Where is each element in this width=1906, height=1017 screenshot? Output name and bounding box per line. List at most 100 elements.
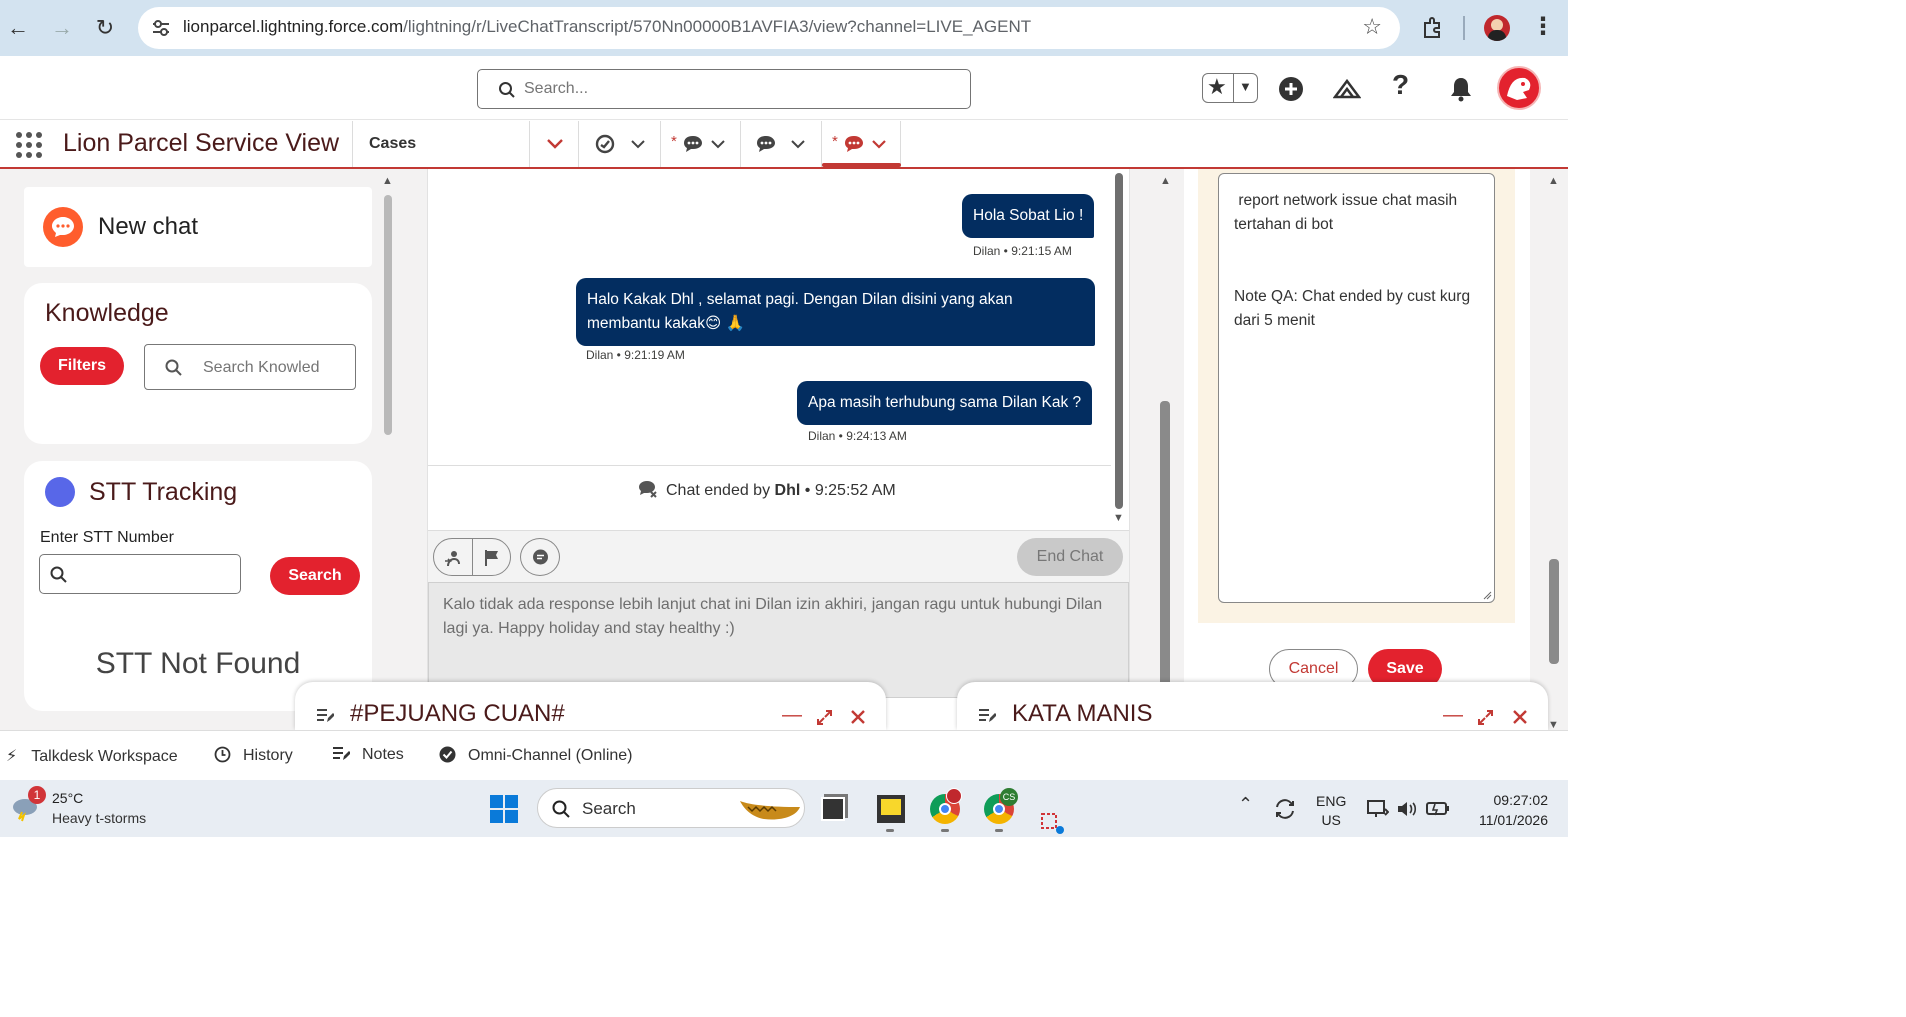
chrome-icon[interactable] bbox=[930, 788, 962, 824]
transfer-icon[interactable] bbox=[444, 549, 462, 567]
search-icon bbox=[499, 82, 515, 98]
chat-panel: Hola Sobat Lio ! Dilan • 9:21:15 AM Halo… bbox=[427, 169, 1130, 730]
reload-icon[interactable]: ↻ bbox=[91, 14, 119, 42]
clock[interactable]: 09:27:02 11/01/2026 bbox=[1468, 790, 1548, 830]
extensions-icon[interactable] bbox=[1420, 15, 1446, 41]
volume-icon[interactable] bbox=[1396, 800, 1418, 818]
close-icon[interactable] bbox=[851, 710, 865, 724]
tab-cases[interactable]: Cases bbox=[352, 121, 529, 167]
tab-chat-2[interactable] bbox=[740, 121, 821, 167]
scroll-thumb[interactable] bbox=[1160, 401, 1170, 730]
minimize-icon[interactable]: — bbox=[1443, 704, 1463, 727]
tab-chat-unsaved-1[interactable]: * bbox=[660, 121, 740, 167]
tab-cases-menu[interactable] bbox=[529, 121, 578, 167]
message-timestamp: Dilan • 9:24:13 AM bbox=[808, 429, 907, 443]
utility-bar: ⚡ Talkdesk Workspace History Notes Omni-C… bbox=[0, 730, 1568, 780]
middle-scrollbar[interactable]: ▲ bbox=[1156, 173, 1174, 730]
trailhead-icon[interactable] bbox=[1333, 75, 1361, 103]
tray-expand-icon[interactable]: ⌃ bbox=[1238, 794, 1253, 815]
minimize-icon[interactable]: — bbox=[782, 704, 802, 727]
stt-not-found-text: STT Not Found bbox=[95, 647, 301, 680]
scroll-up-arrow-icon[interactable]: ▲ bbox=[1548, 175, 1559, 187]
clock-time: 09:27:02 bbox=[1493, 792, 1549, 808]
chat-compose-text[interactable]: Kalo tidak ada response lebih lanjut cha… bbox=[443, 593, 1115, 641]
docked-panel-kata-manis[interactable]: KATA MANIS — bbox=[957, 682, 1548, 730]
global-create-icon[interactable] bbox=[1277, 75, 1305, 103]
task-view-icon[interactable] bbox=[821, 797, 845, 821]
chat-bubble-icon bbox=[757, 136, 775, 152]
url-text: lionparcel.lightning.force.com/lightning… bbox=[183, 17, 1031, 37]
scroll-up-arrow-icon[interactable]: ▲ bbox=[1160, 175, 1171, 187]
favorites-button[interactable]: ★ ▼ bbox=[1202, 73, 1258, 103]
global-search-input[interactable] bbox=[524, 78, 944, 100]
profile-avatar[interactable] bbox=[1484, 15, 1510, 41]
divider bbox=[472, 539, 473, 575]
end-chat-button[interactable]: End Chat bbox=[1017, 538, 1123, 576]
utility-item-notes[interactable]: Notes bbox=[332, 746, 404, 764]
stt-number-input[interactable] bbox=[39, 554, 241, 594]
scroll-down-arrow-icon[interactable]: ▼ bbox=[1113, 512, 1124, 524]
chrome-profile-icon[interactable]: CS bbox=[984, 788, 1018, 824]
global-search[interactable] bbox=[477, 69, 971, 109]
knowledge-search-box[interactable] bbox=[144, 344, 356, 390]
language-indicator[interactable]: ENG US bbox=[1316, 792, 1346, 830]
tab-chat-active[interactable]: * bbox=[821, 121, 901, 167]
flag-icon[interactable] bbox=[483, 549, 501, 567]
forward-icon[interactable]: → bbox=[48, 14, 76, 42]
tab-record-1[interactable] bbox=[578, 121, 660, 167]
address-bar[interactable]: lionparcel.lightning.force.com/lightning… bbox=[138, 7, 1400, 49]
utility-item-history[interactable]: History bbox=[214, 746, 293, 765]
scroll-thumb[interactable] bbox=[1115, 173, 1123, 509]
new-chat-card[interactable]: New chat bbox=[24, 187, 372, 267]
expand-icon[interactable] bbox=[1477, 709, 1494, 726]
help-icon[interactable]: ? bbox=[1392, 69, 1409, 101]
notes-textarea[interactable]: report network issue chat masih tertahan… bbox=[1218, 173, 1495, 603]
scroll-thumb[interactable] bbox=[1549, 559, 1559, 664]
filters-button[interactable]: Filters bbox=[40, 347, 124, 385]
weather-description: Heavy t-storms bbox=[52, 810, 147, 826]
search-icon bbox=[165, 359, 182, 376]
chevron-down-icon bbox=[547, 139, 563, 149]
chat-compose-box[interactable]: Kalo tidak ada response lebih lanjut cha… bbox=[428, 582, 1129, 698]
bookmark-star-icon[interactable]: ☆ bbox=[1362, 14, 1382, 40]
notes-text[interactable]: report network issue chat masih tertahan… bbox=[1234, 189, 1484, 333]
app-launcher-icon[interactable] bbox=[15, 131, 43, 159]
windows-start-icon[interactable] bbox=[489, 794, 519, 824]
close-icon[interactable] bbox=[1513, 710, 1527, 724]
network-icon[interactable] bbox=[1367, 799, 1389, 819]
lion-logo-icon bbox=[1507, 77, 1531, 100]
stt-search-button[interactable]: Search bbox=[270, 557, 360, 595]
scroll-up-arrow-icon[interactable]: ▲ bbox=[382, 175, 393, 187]
resize-handle-icon[interactable] bbox=[1482, 590, 1492, 600]
utility-item-talkdesk[interactable]: ⚡ Talkdesk Workspace bbox=[6, 746, 178, 766]
sync-icon[interactable] bbox=[1273, 797, 1297, 821]
expand-icon[interactable] bbox=[816, 709, 833, 726]
site-info-icon[interactable] bbox=[150, 17, 172, 39]
utility-item-omni-channel[interactable]: Omni-Channel (Online) bbox=[439, 746, 633, 765]
url-host: lionparcel.lightning.force.com bbox=[183, 17, 404, 36]
knowledge-search-input[interactable] bbox=[203, 357, 343, 379]
snipping-tool-icon[interactable] bbox=[1040, 812, 1068, 836]
left-panel-scrollbar[interactable]: ▲ bbox=[380, 173, 396, 730]
docked-panel-title: #PEJUANG CUAN# bbox=[350, 700, 565, 727]
taskbar-search[interactable]: Search bbox=[537, 788, 805, 828]
sticky-notes-icon[interactable] bbox=[877, 795, 905, 823]
stt-tracking-icon bbox=[45, 477, 75, 507]
favorites-star-icon: ★ bbox=[1207, 74, 1227, 99]
quick-text-button[interactable] bbox=[520, 538, 560, 576]
user-avatar[interactable] bbox=[1497, 66, 1541, 110]
notifications-bell-icon[interactable] bbox=[1447, 75, 1475, 103]
browser-menu-icon[interactable]: ⋮ bbox=[1531, 12, 1555, 41]
battery-icon[interactable] bbox=[1426, 800, 1450, 816]
weather-widget-icon[interactable]: 1 bbox=[10, 786, 46, 822]
chevron-down-icon bbox=[711, 140, 725, 149]
clock-date: 11/01/2026 bbox=[1478, 812, 1548, 828]
new-chat-title: New chat bbox=[98, 213, 199, 240]
notes-icon bbox=[333, 747, 351, 760]
right-scrollbar[interactable]: ▲ ▼ bbox=[1546, 173, 1562, 731]
chat-scrollbar[interactable]: ▼ bbox=[1112, 169, 1128, 529]
docked-panel-pejuang-cuan[interactable]: #PEJUANG CUAN# — bbox=[295, 682, 886, 730]
knowledge-card: Knowledge Filters bbox=[24, 283, 372, 444]
scroll-thumb[interactable] bbox=[384, 195, 392, 435]
back-icon[interactable]: ← bbox=[4, 14, 32, 42]
